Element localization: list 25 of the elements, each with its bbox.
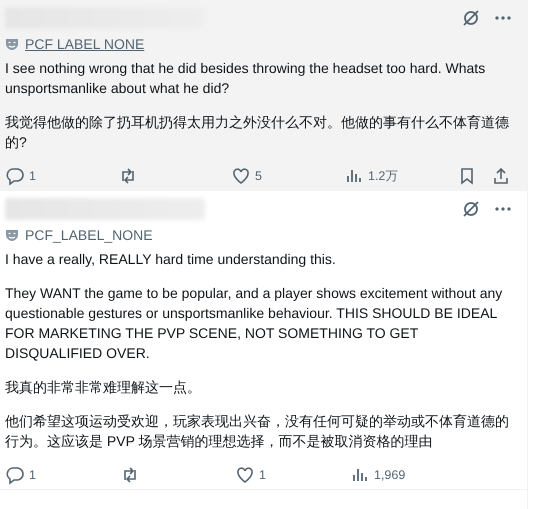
post-text: I see nothing wrong that he did besides throwing the headset too hard. Whats unsportsmanlike about what he did? bbox=[5, 59, 486, 98]
post-text: 我觉得他做的除了扔耳机扔得太用力之外没什么不对。他做的事有什么不体育道德的? bbox=[5, 113, 510, 152]
action-count: 5 bbox=[255, 169, 262, 183]
action-count: 1,969 bbox=[374, 468, 406, 482]
action-count: 1 bbox=[29, 468, 36, 482]
mask-icon bbox=[5, 228, 19, 242]
post-text: I have a really, REALLY hard time understanding this. bbox=[5, 250, 337, 269]
action-count: 1 bbox=[29, 169, 36, 183]
action-count: 1 bbox=[259, 468, 266, 482]
reply-icon[interactable] bbox=[5, 166, 25, 186]
reply-icon[interactable] bbox=[5, 465, 25, 485]
share-icon[interactable] bbox=[491, 166, 511, 186]
post-text: 我真的非常非常难理解这一点。 bbox=[5, 378, 202, 397]
post-text: They WANT the game to be popular, and a player shows excitement without any questionable gestures or unsportsmanlike behaviour. THIS SHOULD BE IDEAL FOR MARKETING THE PVP SCENE, NOT SOMETHING TO GET DISQUALIFIED OVER. bbox=[5, 284, 504, 363]
heart-icon[interactable] bbox=[231, 166, 251, 186]
mask-icon bbox=[5, 37, 19, 51]
slashed-circle-icon[interactable] bbox=[461, 199, 481, 219]
label-link[interactable]: PCF_LABEL_NONE bbox=[25, 227, 153, 243]
heart-icon[interactable] bbox=[235, 465, 255, 485]
slashed-circle-icon[interactable] bbox=[461, 8, 481, 28]
more-icon[interactable] bbox=[495, 206, 511, 212]
label-link[interactable]: PCF LABEL NONE bbox=[25, 36, 144, 52]
action-count: 1.2万 bbox=[368, 168, 398, 184]
post-text: 他们希望这项运动受欢迎，玩家表现出兴奋，没有任何可疑的举动或不体育道德的行为。这应该是 PVP 场景营销的理想选择，而不是被取消资格的理由 bbox=[5, 412, 510, 451]
more-icon[interactable] bbox=[495, 15, 511, 21]
